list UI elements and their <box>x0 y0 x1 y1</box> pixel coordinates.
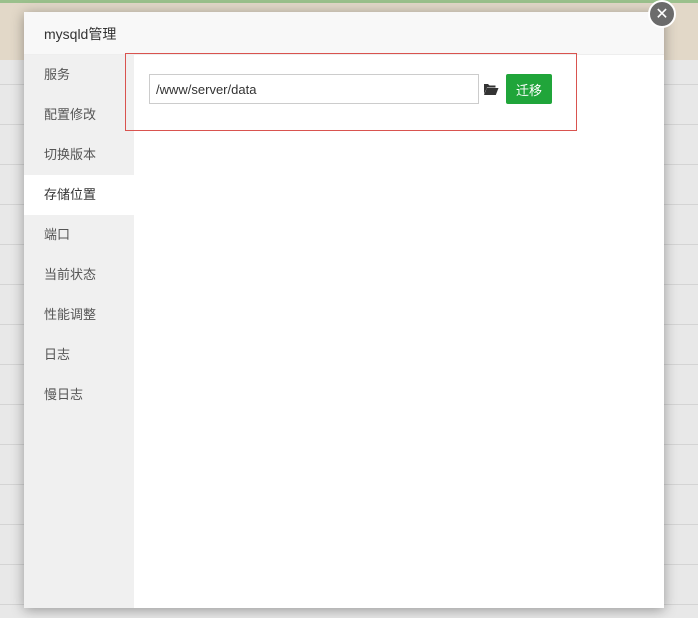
sidebar-item-config[interactable]: 配置修改 <box>24 95 134 135</box>
sidebar-item-performance[interactable]: 性能调整 <box>24 295 134 335</box>
folder-open-icon[interactable] <box>483 82 499 96</box>
sidebar-item-port[interactable]: 端口 <box>24 215 134 255</box>
sidebar-item-switch-version[interactable]: 切换版本 <box>24 135 134 175</box>
close-icon[interactable]: ✕ <box>648 0 676 28</box>
sidebar-item-log[interactable]: 日志 <box>24 335 134 375</box>
dialog-header: mysqld管理 <box>24 12 664 55</box>
dialog-title: mysqld管理 <box>44 26 117 42</box>
mysqld-manager-dialog: mysqld管理 服务 配置修改 切换版本 存储位置 端口 当前状态 性能调整 … <box>24 12 664 608</box>
migrate-button[interactable]: 迁移 <box>506 74 552 104</box>
storage-panel: 迁移 <box>125 53 664 608</box>
sidebar-item-slow-log[interactable]: 慢日志 <box>24 375 134 415</box>
sidebar-item-current-status[interactable]: 当前状态 <box>24 255 134 295</box>
data-path-input[interactable] <box>149 74 479 104</box>
sidebar-item-service[interactable]: 服务 <box>24 55 134 95</box>
dialog-sidebar: 服务 配置修改 切换版本 存储位置 端口 当前状态 性能调整 日志 慢日志 <box>24 55 134 608</box>
sidebar-item-storage-location[interactable]: 存储位置 <box>24 175 134 215</box>
